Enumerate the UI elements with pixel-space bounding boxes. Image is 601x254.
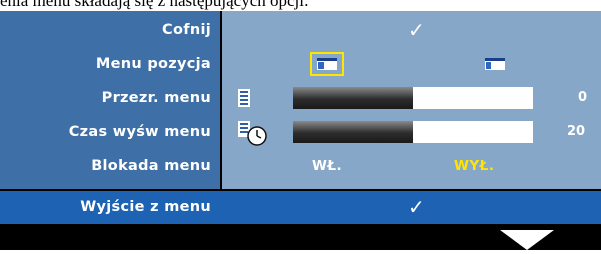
exit-label: Wyjście z menu xyxy=(80,199,211,215)
exit-check-icon[interactable]: ✓ xyxy=(408,191,425,224)
timeout-slider[interactable] xyxy=(293,121,533,143)
clock-icon xyxy=(236,119,270,147)
lock-off-option[interactable]: WYŁ. xyxy=(454,149,494,183)
lock-on-option[interactable]: WŁ. xyxy=(312,149,342,183)
down-arrow-icon[interactable] xyxy=(500,230,554,250)
timeout-label: Czas wyśw menu xyxy=(68,124,211,140)
position-left-icon[interactable] xyxy=(310,52,344,76)
position-right-icon[interactable] xyxy=(478,52,512,76)
position-label: Menu pozycja xyxy=(95,56,211,72)
menu-row-lock[interactable]: Blokada menu WŁ. WYŁ. xyxy=(0,149,601,183)
transparency-label: Przezr. menu xyxy=(101,90,211,106)
transparency-slider[interactable] xyxy=(293,87,533,109)
transparency-slider-fill xyxy=(293,87,413,109)
back-label: Cofnij xyxy=(162,22,211,38)
menu-row-back[interactable]: Cofnij ✓ xyxy=(0,13,601,47)
timeout-slider-fill xyxy=(293,121,413,143)
osd-menu: Cofnij ✓ Menu pozycja Przezr. menu 0 Cza… xyxy=(0,11,601,250)
page-caption: enia menu składają się z następujących o… xyxy=(0,0,309,10)
menu-row-position[interactable]: Menu pozycja xyxy=(0,47,601,81)
transparency-icon xyxy=(236,88,254,108)
timeout-value: 20 xyxy=(567,124,586,139)
back-check-icon[interactable]: ✓ xyxy=(408,13,425,47)
menu-row-exit[interactable]: Wyjście z menu ✓ xyxy=(0,191,601,224)
transparency-value: 0 xyxy=(578,90,588,105)
lock-label: Blokada menu xyxy=(91,158,211,174)
